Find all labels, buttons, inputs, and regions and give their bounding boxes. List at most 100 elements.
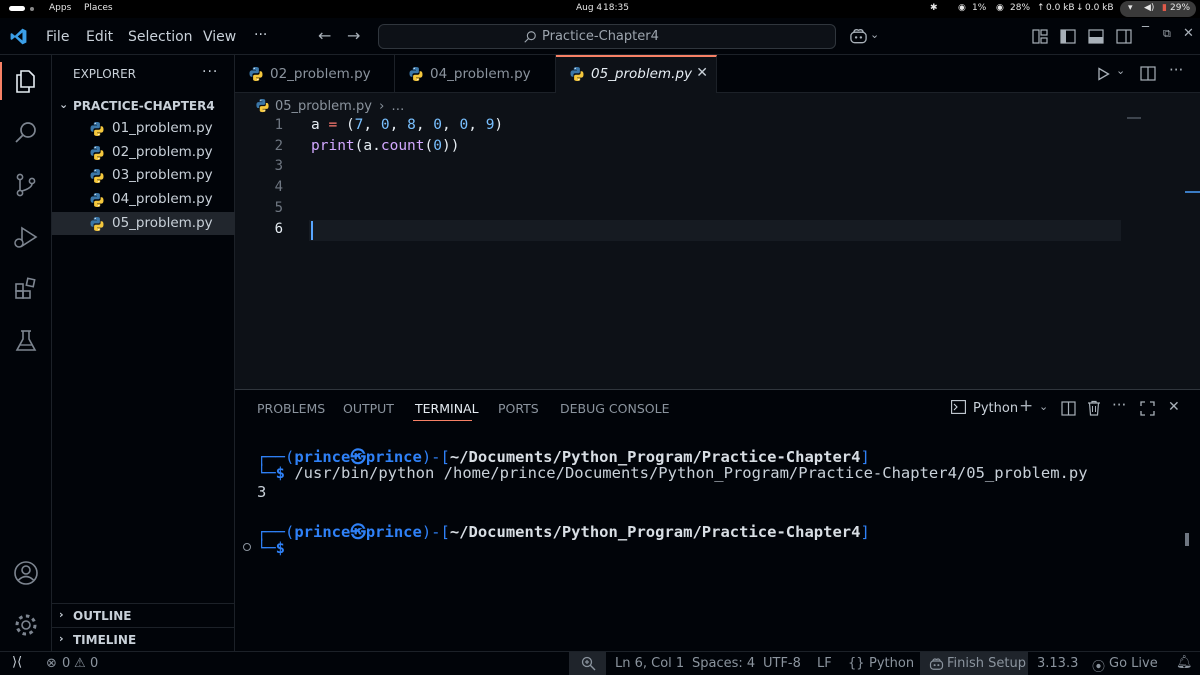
file-item[interactable]: 04_problem.py <box>52 188 235 211</box>
terminal-prompt-line-2: ┌──(prince㉿prince)-[~/Documents/Python_P… <box>257 523 870 541</box>
clock-date[interactable]: Aug 4 <box>576 3 602 13</box>
forward-arrow-icon[interactable]: → <box>347 26 360 45</box>
current-line-highlight <box>309 220 1121 241</box>
remote-indicator[interactable]: ⟩⟨ <box>0 652 37 675</box>
copilot-chevron-icon[interactable]: ⌄ <box>870 28 879 41</box>
file-item[interactable]: 02_problem.py <box>52 141 235 164</box>
command-decoration-icon[interactable] <box>243 543 251 551</box>
copilot-icon <box>929 658 944 670</box>
breadcrumb-symbols[interactable]: … <box>391 99 404 114</box>
python-file-icon <box>89 192 105 208</box>
back-arrow-icon[interactable]: ← <box>318 26 331 45</box>
errors-icon[interactable]: ⊗ <box>46 656 57 671</box>
line-number: 3 <box>274 158 283 175</box>
terminal-launch-chevron-icon[interactable]: ⌄ <box>1039 400 1048 413</box>
command-center-search[interactable]: Practice-Chapter4 <box>378 24 836 49</box>
editor-scrollbar[interactable] <box>1185 191 1200 193</box>
go-live-icon[interactable]: ⦿ <box>1092 656 1105 675</box>
explorer-more-actions[interactable]: ··· <box>202 64 218 80</box>
file-item[interactable]: 01_problem.py <box>52 117 235 140</box>
end-of-line[interactable]: LF <box>817 656 832 671</box>
search-icon[interactable] <box>12 119 40 147</box>
customize-layout-icon[interactable] <box>1032 29 1048 44</box>
tab-ports[interactable]: PORTS <box>498 401 539 416</box>
warning-count[interactable]: 0 <box>90 656 98 671</box>
explorer-icon[interactable] <box>12 67 40 95</box>
tab-debug-console[interactable]: DEBUG CONSOLE <box>560 401 669 416</box>
minimize-icon[interactable]: ‾ <box>1142 25 1149 41</box>
source-control-icon[interactable] <box>12 171 40 199</box>
split-terminal-icon[interactable] <box>1061 401 1076 416</box>
menu-more[interactable]: ··· <box>254 27 267 43</box>
toggle-secondary-sidebar-icon[interactable] <box>1116 29 1132 44</box>
tab-close-icon[interactable]: ✕ <box>696 65 708 81</box>
tab-05-problem[interactable]: 05_problem.py ✕ <box>556 55 717 93</box>
line-number: 6 <box>274 220 283 237</box>
places-menu[interactable]: Places <box>84 3 113 13</box>
cursor-position[interactable]: Ln 6, Col 1 <box>615 656 684 671</box>
notifications-bell-icon[interactable]: 🔔︎ <box>1176 655 1193 670</box>
menu-file[interactable]: File <box>46 29 69 45</box>
language-mode[interactable]: Python <box>869 656 914 671</box>
apps-menu[interactable]: Apps <box>49 3 71 13</box>
run-debug-icon[interactable] <box>12 223 40 251</box>
close-window-icon[interactable]: ✕ <box>1183 26 1194 41</box>
manage-gear-icon[interactable] <box>12 611 40 639</box>
menu-view[interactable]: View <box>203 29 236 45</box>
testing-flask-icon[interactable] <box>12 327 40 355</box>
kill-terminal-trash-icon[interactable] <box>1087 400 1101 416</box>
editor-more-actions[interactable]: ··· <box>1169 61 1183 79</box>
quick-settings[interactable]: ▾ ◀) ▮ 29% <box>1120 1 1196 17</box>
language-braces-icon[interactable]: {} <box>848 656 865 671</box>
new-terminal-plus-icon[interactable]: + <box>1019 396 1033 416</box>
tab-output[interactable]: OUTPUT <box>343 401 394 416</box>
workspace-folder[interactable]: ⌄ PRACTICE-CHAPTER4 <box>52 95 235 117</box>
run-options-chevron-icon[interactable]: ⌄ <box>1116 64 1125 77</box>
timeline-section[interactable]: › TIMELINE <box>52 627 235 650</box>
terminal-input-line[interactable]: └─$ <box>257 539 285 557</box>
workspace-dot-icon[interactable] <box>30 7 34 11</box>
restore-icon[interactable]: ⧉ <box>1163 27 1171 41</box>
file-item[interactable]: 05_problem.py <box>52 211 235 235</box>
tab-04-problem[interactable]: 04_problem.py <box>395 55 556 93</box>
accounts-icon[interactable] <box>12 559 40 587</box>
tab-02-problem[interactable]: 02_problem.py <box>235 55 395 93</box>
editor-tabs: 02_problem.py 04_problem.py 05_problem.p… <box>235 55 1200 93</box>
file-item[interactable]: 03_problem.py <box>52 164 235 187</box>
minimap[interactable] <box>1127 117 1141 119</box>
panel-more-actions[interactable]: ··· <box>1112 396 1126 414</box>
go-live-button[interactable]: Go Live <box>1109 656 1158 671</box>
python-file-icon <box>89 145 105 161</box>
download-icon: ↓ <box>1076 3 1084 13</box>
extensions-icon[interactable] <box>12 275 40 303</box>
upload-icon: ↑ <box>1037 3 1045 13</box>
clock-time[interactable]: 18:35 <box>603 3 629 13</box>
menu-selection[interactable]: Selection <box>128 29 193 45</box>
encoding[interactable]: UTF-8 <box>763 656 801 671</box>
close-panel-icon[interactable]: ✕ <box>1168 399 1180 415</box>
tab-problems[interactable]: PROBLEMS <box>257 401 325 416</box>
activities-indicator[interactable] <box>9 6 25 11</box>
maximize-panel-icon[interactable] <box>1140 401 1155 416</box>
outline-section[interactable]: › OUTLINE <box>52 603 235 626</box>
chevron-down-icon: ⌄ <box>59 98 69 111</box>
finish-setup-button[interactable]: Finish Setup <box>920 652 1028 675</box>
error-count[interactable]: 0 <box>62 656 70 671</box>
split-editor-icon[interactable] <box>1140 66 1156 81</box>
run-python-file-icon[interactable] <box>1097 67 1110 81</box>
menu-edit[interactable]: Edit <box>86 29 113 45</box>
indentation[interactable]: Spaces: 4 <box>692 656 755 671</box>
code-editor[interactable]: 05_problem.py › … 1 2 3 4 5 6 a = (7, 0, 8, 0… <box>235 93 1200 389</box>
terminal-profile-button[interactable]: Python <box>951 397 1018 419</box>
python-interpreter-version[interactable]: 3.13.3 <box>1037 656 1078 671</box>
toggle-primary-sidebar-icon[interactable] <box>1060 29 1076 44</box>
copilot-icon[interactable] <box>849 27 868 45</box>
breadcrumb-file[interactable]: 05_problem.py <box>275 99 372 114</box>
tab-terminal[interactable]: TERMINAL <box>415 401 479 416</box>
terminal-scrollbar[interactable] <box>1185 533 1189 546</box>
toggle-panel-icon[interactable] <box>1088 29 1104 44</box>
zoom-indicator[interactable] <box>569 652 606 675</box>
warnings-icon[interactable]: ⚠ <box>74 656 86 671</box>
system-top-bar: Apps Places Aug 4 18:35 ✱ ◉ 1% ◉ 28% ↑ 0… <box>0 0 1200 18</box>
bluetooth-icon[interactable]: ✱ <box>930 3 938 13</box>
